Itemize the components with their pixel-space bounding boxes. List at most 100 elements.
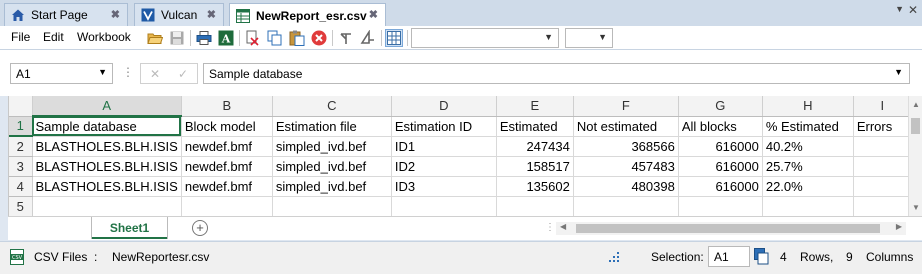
cell[interactable]: newdef.bmf bbox=[181, 136, 273, 157]
cell[interactable]: 40.2% bbox=[762, 136, 854, 157]
cell[interactable] bbox=[391, 196, 497, 217]
cell[interactable]: % Estimated bbox=[762, 116, 854, 137]
formula-input[interactable]: Sample database ▼ bbox=[203, 63, 910, 84]
cell-name-box[interactable]: A1 ▼ bbox=[10, 63, 113, 84]
menu-edit[interactable]: Edit bbox=[43, 30, 64, 44]
close-tab-icon[interactable]: ✖ bbox=[369, 8, 378, 21]
select-all-corner[interactable] bbox=[9, 96, 33, 117]
cell[interactable]: BLASTHOLES.BLH.ISIS bbox=[32, 156, 182, 177]
cell[interactable]: BLASTHOLES.BLH.ISIS bbox=[32, 136, 182, 157]
cell[interactable]: 22.0% bbox=[762, 176, 854, 197]
cell[interactable]: 616000 bbox=[678, 176, 763, 197]
chevron-down-icon[interactable]: ▼ bbox=[894, 67, 903, 77]
cell[interactable]: Not estimated bbox=[573, 116, 679, 137]
cell[interactable] bbox=[678, 196, 763, 217]
tab-start-page[interactable]: Start Page ✖ bbox=[4, 3, 128, 26]
delete-icon[interactable] bbox=[310, 29, 328, 47]
drag-handle-icon[interactable]: ⋮ bbox=[545, 222, 555, 233]
scrollbar-thumb[interactable] bbox=[911, 118, 920, 134]
vertical-scrollbar[interactable]: ▲ ▼ bbox=[908, 96, 922, 216]
cell[interactable]: 158517 bbox=[496, 156, 574, 177]
row-header[interactable]: 3 bbox=[9, 156, 33, 177]
sort-icon[interactable] bbox=[337, 29, 355, 47]
close-icon[interactable]: ✕ bbox=[908, 3, 918, 17]
font-family-select[interactable]: ▼ bbox=[411, 28, 559, 48]
tab-sheet1[interactable]: Sheet1 bbox=[92, 217, 167, 239]
cell[interactable]: ID1 bbox=[391, 136, 497, 157]
cell[interactable]: 135602 bbox=[496, 176, 574, 197]
paste-icon[interactable] bbox=[288, 29, 306, 47]
cell[interactable]: 368566 bbox=[573, 136, 679, 157]
close-tab-icon[interactable]: ✖ bbox=[111, 8, 120, 21]
cell[interactable]: 457483 bbox=[573, 156, 679, 177]
cell[interactable]: newdef.bmf bbox=[181, 156, 273, 177]
cell-a1[interactable]: Sample database bbox=[32, 116, 182, 137]
cell[interactable]: Estimation file bbox=[272, 116, 392, 137]
row-header[interactable]: 1 bbox=[9, 116, 33, 137]
print-icon[interactable] bbox=[195, 29, 213, 47]
horizontal-scrollbar[interactable]: ◀ ▶ bbox=[556, 222, 906, 235]
cell[interactable]: ID2 bbox=[391, 156, 497, 177]
scroll-down-icon[interactable]: ▼ bbox=[912, 203, 920, 212]
cell[interactable]: simpled_ivd.bef bbox=[272, 176, 392, 197]
cell[interactable]: ID3 bbox=[391, 176, 497, 197]
menu-workbook[interactable]: Workbook bbox=[77, 30, 131, 44]
column-header-a[interactable]: A bbox=[32, 96, 182, 117]
cell[interactable]: Block model bbox=[181, 116, 273, 137]
cell[interactable] bbox=[32, 196, 182, 217]
add-sheet-icon[interactable]: + bbox=[192, 220, 208, 236]
cell[interactable] bbox=[181, 196, 273, 217]
cell[interactable]: All blocks bbox=[678, 116, 763, 137]
cell[interactable]: 247434 bbox=[496, 136, 574, 157]
column-header-c[interactable]: C bbox=[272, 96, 392, 117]
cell[interactable]: Estimation ID bbox=[391, 116, 497, 137]
column-header-b[interactable]: B bbox=[181, 96, 273, 117]
cell[interactable] bbox=[496, 196, 574, 217]
column-header-d[interactable]: D bbox=[391, 96, 497, 117]
column-header-i[interactable]: I bbox=[853, 96, 912, 117]
cell[interactable] bbox=[853, 196, 912, 217]
copy-icon[interactable] bbox=[266, 29, 284, 47]
cell[interactable]: simpled_ivd.bef bbox=[272, 136, 392, 157]
save-icon[interactable] bbox=[168, 29, 186, 47]
cell[interactable]: Errors bbox=[853, 116, 912, 137]
cell[interactable]: 616000 bbox=[678, 136, 763, 157]
cell[interactable]: Estimated bbox=[496, 116, 574, 137]
column-header-h[interactable]: H bbox=[762, 96, 854, 117]
cell[interactable]: 25.7% bbox=[762, 156, 854, 177]
column-header-f[interactable]: F bbox=[573, 96, 679, 117]
cell[interactable] bbox=[272, 196, 392, 217]
menu-file[interactable]: File bbox=[11, 30, 30, 44]
cell[interactable] bbox=[853, 136, 912, 157]
scroll-left-icon[interactable]: ◀ bbox=[560, 222, 566, 231]
row-header[interactable]: 2 bbox=[9, 136, 33, 157]
scrollbar-thumb[interactable] bbox=[576, 224, 880, 233]
open-folder-icon[interactable] bbox=[146, 29, 164, 47]
cell[interactable]: 616000 bbox=[678, 156, 763, 177]
tab-newreport[interactable]: NewReport_esr.csv ✖ bbox=[229, 3, 386, 27]
filter-icon[interactable] bbox=[359, 29, 377, 47]
column-header-e[interactable]: E bbox=[496, 96, 574, 117]
cell[interactable]: BLASTHOLES.BLH.ISIS bbox=[32, 176, 182, 197]
cell[interactable]: simpled_ivd.bef bbox=[272, 156, 392, 177]
tab-list-dropdown-icon[interactable]: ▼ bbox=[895, 4, 904, 14]
scroll-up-icon[interactable]: ▲ bbox=[912, 100, 920, 109]
copy-icon[interactable] bbox=[754, 248, 769, 268]
font-icon[interactable]: A bbox=[217, 29, 235, 47]
row-header[interactable]: 4 bbox=[9, 176, 33, 197]
cell[interactable] bbox=[762, 196, 854, 217]
cell[interactable]: newdef.bmf bbox=[181, 176, 273, 197]
gridlines-icon[interactable] bbox=[385, 29, 403, 47]
cell[interactable]: 480398 bbox=[573, 176, 679, 197]
cell[interactable] bbox=[853, 176, 912, 197]
drag-handle-icon[interactable]: ⋮ bbox=[122, 65, 134, 79]
cancel-edit-icon[interactable]: ✕ bbox=[150, 67, 160, 81]
cut-icon[interactable] bbox=[244, 29, 262, 47]
tab-vulcan[interactable]: Vulcan ✖ bbox=[134, 3, 224, 26]
confirm-edit-icon[interactable]: ✓ bbox=[178, 67, 188, 81]
scroll-right-icon[interactable]: ▶ bbox=[896, 222, 902, 231]
cell[interactable] bbox=[573, 196, 679, 217]
row-header[interactable]: 5 bbox=[9, 196, 33, 217]
font-size-select[interactable]: ▼ bbox=[565, 28, 613, 48]
close-tab-icon[interactable]: ✖ bbox=[207, 8, 216, 21]
